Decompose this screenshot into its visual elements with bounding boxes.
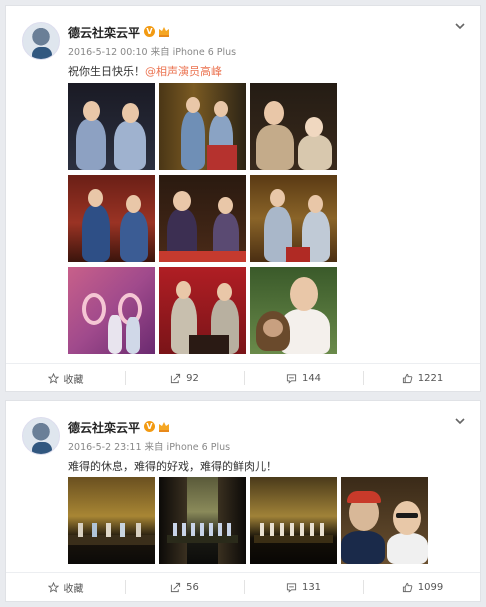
photo-thumbnail[interactable]	[250, 175, 337, 262]
comment-count: 144	[301, 372, 322, 384]
photo-thumbnail[interactable]	[68, 83, 155, 170]
post-text: 祝你生日快乐！@相声演员高峰	[68, 63, 222, 79]
like-count: 1221	[417, 372, 444, 384]
weibo-post-1: 德云社栾云平 V 2016-5-12 00:10 来自 iPhone 6 Plu…	[5, 5, 481, 392]
weibo-post-2: 德云社栾云平 V 2016-5-2 23:11 来自 iPhone 6 Plus…	[5, 400, 481, 602]
photo-thumbnail[interactable]	[68, 477, 155, 564]
photo-thumbnail[interactable]	[159, 267, 246, 354]
like-icon	[402, 373, 413, 383]
crown-icon	[159, 422, 169, 432]
repost-icon	[171, 582, 181, 592]
photo-thumbnail[interactable]	[159, 83, 246, 170]
repost-icon	[171, 373, 181, 383]
action-bar: 收藏 56 131 1099	[6, 573, 480, 601]
photo-thumbnail[interactable]	[159, 175, 246, 262]
photo-thumbnail[interactable]	[341, 477, 428, 564]
favorite-button[interactable]: 收藏	[6, 364, 125, 392]
comment-icon	[286, 373, 297, 384]
like-count: 1099	[417, 581, 444, 593]
post-text: 难得的休息，难得的好戏，难得的鲜肉儿！	[68, 460, 277, 473]
photo-thumbnail[interactable]	[159, 477, 246, 564]
comment-icon	[286, 582, 297, 593]
verified-icon: V	[144, 421, 155, 432]
comment-button[interactable]: 144	[244, 364, 363, 392]
author-name[interactable]: 德云社栾云平	[68, 24, 140, 41]
star-icon	[47, 372, 59, 384]
post-text-body: 祝你生日快乐！	[68, 65, 145, 78]
favorite-label: 收藏	[63, 583, 84, 595]
comment-count: 131	[301, 581, 322, 593]
post-meta: 2016-5-2 23:11 来自 iPhone 6 Plus	[68, 442, 231, 453]
avatar[interactable]	[22, 417, 60, 455]
avatar[interactable]	[22, 22, 60, 60]
like-button[interactable]: 1099	[363, 573, 482, 601]
photo-thumbnail[interactable]	[250, 83, 337, 170]
like-icon	[402, 582, 413, 592]
crown-icon	[159, 27, 169, 37]
repost-button[interactable]: 56	[125, 573, 244, 601]
comment-button[interactable]: 131	[244, 573, 363, 601]
chevron-down-icon[interactable]	[454, 20, 466, 32]
like-button[interactable]: 1221	[363, 364, 482, 392]
chevron-down-icon[interactable]	[454, 415, 466, 427]
favorite-label: 收藏	[63, 374, 84, 386]
repost-count: 92	[186, 372, 199, 384]
mention-link[interactable]: @相声演员高峰	[145, 65, 222, 78]
repost-count: 56	[186, 581, 199, 593]
photo-thumbnail[interactable]	[250, 477, 337, 564]
photo-thumbnail[interactable]	[68, 267, 155, 354]
verified-icon: V	[144, 26, 155, 37]
repost-button[interactable]: 92	[125, 364, 244, 392]
action-bar: 收藏 92 144 1221	[6, 364, 480, 392]
author-name[interactable]: 德云社栾云平	[68, 419, 140, 436]
star-icon	[47, 581, 59, 593]
photo-thumbnail[interactable]	[68, 175, 155, 262]
photo-thumbnail[interactable]	[250, 267, 337, 354]
favorite-button[interactable]: 收藏	[6, 573, 125, 601]
post-meta: 2016-5-12 00:10 来自 iPhone 6 Plus	[68, 47, 237, 58]
